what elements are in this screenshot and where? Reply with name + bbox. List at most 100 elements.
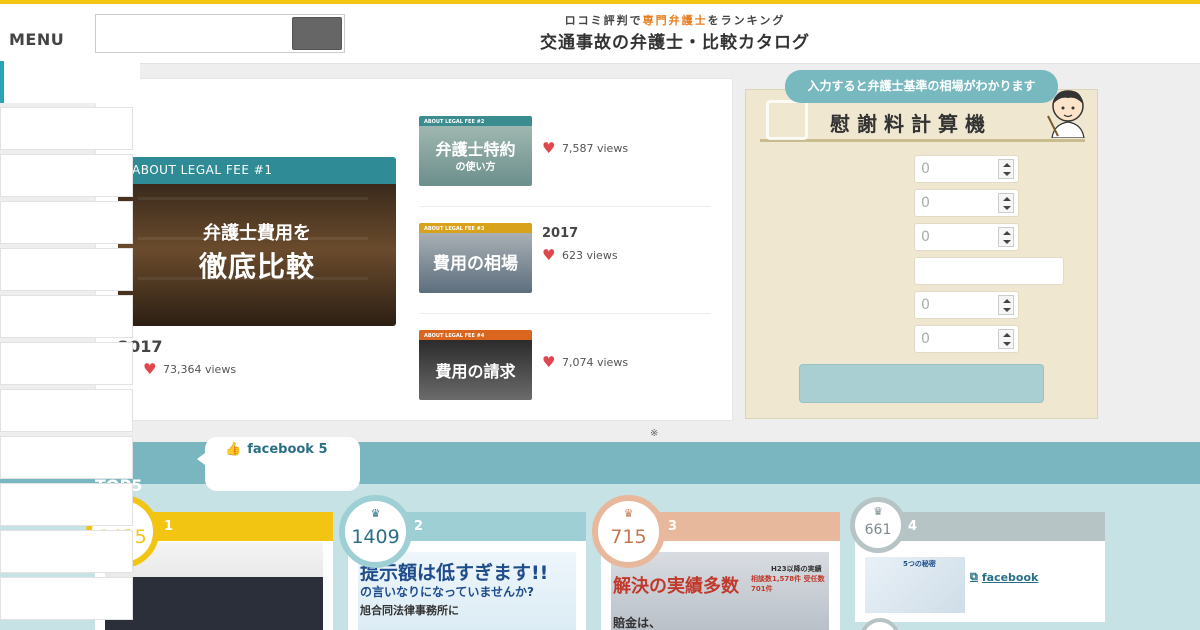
input-value: 0 <box>921 229 930 245</box>
facebook-link[interactable]: ⧉ facebook <box>970 570 1038 584</box>
spinner-icon[interactable] <box>998 227 1014 247</box>
thumb-tag: ABOUT LEGAL FEE #4 <box>424 333 485 339</box>
loading-icon: ※ <box>650 428 659 439</box>
drawer-item[interactable] <box>0 483 133 526</box>
thumb-line1: 費用の請求 <box>435 362 516 381</box>
calc-input-4[interactable]: 0 <box>914 291 1019 319</box>
rank-image-sub: H23以降の実績 <box>771 565 822 573</box>
facebook-link-text: facebook <box>981 570 1039 584</box>
featured-line2: 徹底比較 <box>198 250 315 283</box>
featured-tag: ABOUT LEGAL FEE #1 <box>132 163 273 177</box>
crown-icon: ♛ <box>873 505 883 518</box>
calculator-icon <box>766 100 808 140</box>
ranking-band <box>0 442 1200 484</box>
drawer-item[interactable] <box>0 107 133 150</box>
article-views-2: ♥ 623 views <box>542 246 618 264</box>
rank-image-sub2: 相談数1,578件 受任数701件 <box>751 575 825 593</box>
search-button[interactable] <box>292 17 342 50</box>
thumb-tag: ABOUT LEGAL FEE #3 <box>424 226 485 232</box>
rank-image-caption: 解決の実績多数 <box>613 576 739 597</box>
views-text: 7,074 views <box>562 355 629 369</box>
external-link-icon: ⧉ <box>970 570 978 583</box>
article-thumb-1[interactable]: ABOUT LEGAL FEE #2 弁護士特約 の使い方 <box>419 116 532 186</box>
crown-icon: ♛ <box>623 507 634 520</box>
calculate-button[interactable] <box>799 364 1044 403</box>
drawer-item[interactable] <box>0 530 133 573</box>
rank-count-circle-2: ♛ 1409 <box>339 495 412 568</box>
drawer-item[interactable] <box>0 389 133 432</box>
thumb-line1: 費用の相場 <box>433 254 518 274</box>
calc-input-1[interactable]: 0 <box>914 155 1019 183</box>
heart-icon: ♥ <box>143 360 157 378</box>
tagline-pre: ロコミ評判で <box>564 14 643 27</box>
lawyer-illustration-icon <box>1047 90 1085 138</box>
input-value: 0 <box>921 195 930 211</box>
article-views-1: ♥ 7,587 views <box>542 139 629 157</box>
menu-button[interactable]: MENU <box>9 30 64 49</box>
drawer-item[interactable] <box>0 154 133 197</box>
tagline-post: をランキング <box>707 14 786 27</box>
input-value: 0 <box>921 331 930 347</box>
crown-icon: ♛ <box>370 507 381 520</box>
featured-line1: 弁護士費用を <box>203 223 311 244</box>
featured-article-image[interactable]: ABOUT LEGAL FEE #1 弁護士費用を 徹底比較 <box>118 157 396 326</box>
featured-views-text: 73,364 views <box>163 362 237 376</box>
rank-count-circle-4: ♛ 661 <box>850 497 906 553</box>
drawer-item[interactable] <box>0 436 133 479</box>
featured-views: ♥ 73,364 views <box>143 360 237 378</box>
views-text: 623 views <box>562 248 618 262</box>
article-thumb-3[interactable]: ABOUT LEGAL FEE #4 費用の請求 <box>419 330 532 400</box>
calc-select[interactable] <box>914 257 1064 285</box>
input-value: 0 <box>921 161 930 177</box>
heart-icon: ♥ <box>542 139 556 157</box>
search-input[interactable] <box>95 14 345 53</box>
count-value: 715 <box>610 525 647 548</box>
facebook-label: facebook 5 <box>247 442 328 457</box>
count-value: 661 <box>864 522 892 538</box>
rank-image-sub2: 旭合同法律事務所に <box>360 604 459 617</box>
rank-image-sub3: 賠金は、 <box>613 616 662 630</box>
rank-image-sub: の言いなりになっていませんか? <box>360 585 535 599</box>
views-text: 7,587 views <box>562 141 629 155</box>
site-header: MENU ロコミ評判で専門弁護士をランキング 交通事故の弁護士・比較カタログ <box>0 4 1200 64</box>
rank-number-4: 4 <box>908 519 918 534</box>
tagline-highlight: 専門弁護士 <box>642 14 708 27</box>
calc-input-3[interactable]: 0 <box>914 223 1019 251</box>
spinner-icon[interactable] <box>998 295 1014 315</box>
rank-image-caption: 5つの秘密 <box>903 560 936 568</box>
thumb-line2: の使い方 <box>455 162 496 173</box>
heart-icon: ♥ <box>542 353 556 371</box>
calc-banner: 入力すると弁護士基準の相場がわかります <box>785 70 1058 103</box>
calc-input-5[interactable]: 0 <box>914 325 1019 353</box>
drawer-item-active[interactable] <box>0 61 140 103</box>
rank-number-2: 2 <box>414 519 424 534</box>
site-tagline: ロコミ評判で専門弁護士をランキング <box>460 12 890 28</box>
calc-title: 慰謝料計算機 <box>830 112 992 136</box>
article-thumb-2[interactable]: ABOUT LEGAL FEE #3 費用の相場 <box>419 223 532 293</box>
rank-count-circle-3: ♛ 715 <box>592 495 665 568</box>
calc-input-2[interactable]: 0 <box>914 189 1019 217</box>
rank-number-1: 1 <box>164 519 174 534</box>
article-year-2: 2017 <box>542 226 579 241</box>
site-title[interactable]: 交通事故の弁護士・比較カタログ <box>460 28 890 53</box>
drawer-item[interactable] <box>0 342 133 385</box>
drawer-item[interactable] <box>0 248 133 291</box>
rank-image-4[interactable]: 5つの秘密 <box>865 557 965 613</box>
drawer-item[interactable] <box>0 577 133 620</box>
heart-icon: ♥ <box>542 246 556 264</box>
input-value: 0 <box>921 297 930 313</box>
rank-number-3: 3 <box>668 519 678 534</box>
spinner-icon[interactable] <box>998 159 1014 179</box>
spinner-icon[interactable] <box>998 193 1014 213</box>
article-views-3: ♥ 7,074 views <box>542 353 629 371</box>
drawer-item[interactable] <box>0 295 133 338</box>
divider <box>419 206 711 207</box>
divider <box>419 313 711 314</box>
thumb-line1: 弁護士特約 <box>435 140 516 159</box>
count-value: 1409 <box>351 525 400 548</box>
spinner-icon[interactable] <box>998 329 1014 349</box>
facebook-like-button[interactable]: 👍 facebook 5 <box>225 442 328 457</box>
thumb-tag: ABOUT LEGAL FEE #2 <box>424 119 485 125</box>
thumbs-up-icon: 👍 <box>225 442 242 457</box>
drawer-item[interactable] <box>0 201 133 244</box>
